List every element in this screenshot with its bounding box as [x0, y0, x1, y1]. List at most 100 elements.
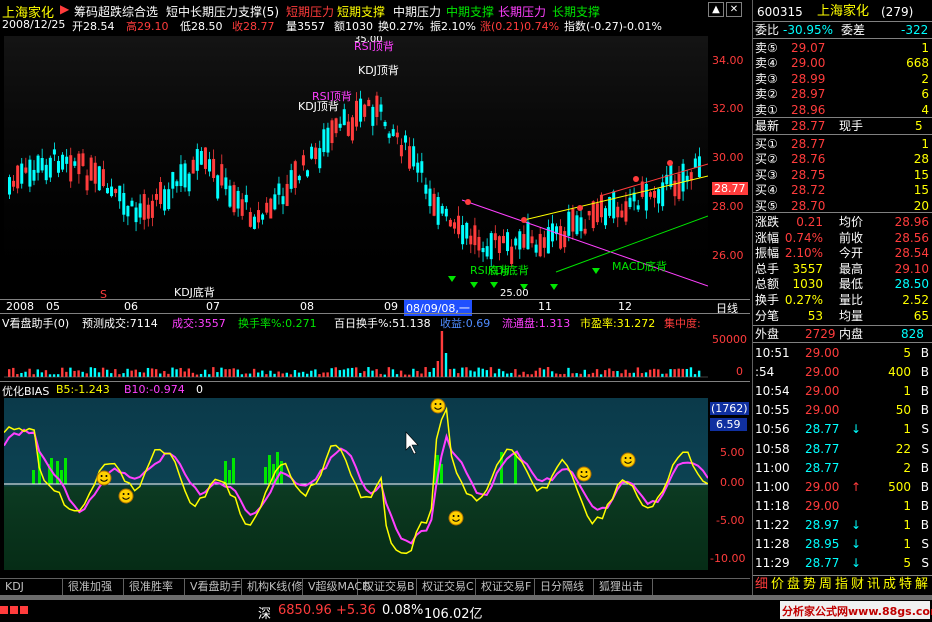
volume-bar: [681, 368, 684, 377]
bid-row[interactable]: 买③ 28.75 15: [753, 167, 932, 183]
tick-row[interactable]: 11:00 28.77 2 B: [753, 459, 932, 478]
ask-row[interactable]: 卖② 28.97 6: [753, 86, 932, 102]
tick-row[interactable]: 11:18 29.00 1 B: [753, 497, 932, 516]
bid-row[interactable]: 买⑤ 28.70 20: [753, 198, 932, 214]
volume-bar: [122, 373, 125, 377]
stat-row[interactable]: 换手 0.27% 量比 2.52: [753, 292, 932, 308]
vol-concentration: 集中度:: [664, 317, 701, 330]
tab-hen-zhun-sheng-lv[interactable]: 很准胜率: [124, 579, 185, 595]
volume-bar: [522, 371, 525, 377]
bias-title[interactable]: 优化BIAS: [2, 383, 49, 398]
stat-row[interactable]: 总手 3557 最高 29.10: [753, 261, 932, 277]
price-tick: 30.00: [712, 151, 744, 164]
stat-row[interactable]: 涨跌 0.21 均价 28.96: [753, 214, 932, 230]
tab-day-separator[interactable]: 日分隔线: [535, 579, 594, 595]
stat-row[interactable]: 振幅 2.10% 今开 28.54: [753, 245, 932, 261]
stat-row[interactable]: 涨幅 0.74% 前收 28.56: [753, 230, 932, 246]
tab-warrant-f[interactable]: 权证交易F: [476, 579, 535, 595]
volume-bar: [269, 370, 272, 377]
tick-row[interactable]: 11:29 28.77 ↓ 5 S: [753, 554, 932, 573]
price-tick: 32.00: [712, 102, 744, 115]
bias-chart[interactable]: [4, 398, 708, 570]
bias-b10: B10:-0.974: [124, 383, 185, 396]
stat-label: 涨跌: [755, 215, 780, 229]
bias-axis: (1762) 6.59 5.00 0.00 -5.00 -10.00: [708, 398, 750, 570]
panel-tab[interactable]: 成: [883, 577, 896, 593]
smiley-icon: [430, 398, 446, 414]
stat-label-2: 最低: [839, 277, 864, 292]
tick-row[interactable]: 10:58 28.77 22 S: [753, 440, 932, 459]
tab-warrant-b[interactable]: 权证交易B: [358, 579, 417, 595]
tab-warrant-c[interactable]: 权证交易C: [417, 579, 476, 595]
ask-row[interactable]: 卖④ 29.00 668: [753, 55, 932, 71]
bid-label: 买②: [755, 152, 778, 167]
vol-title[interactable]: V看盘助手(0): [2, 315, 69, 330]
volume-bar: [697, 370, 701, 377]
indicator-name[interactable]: 筹码超跌综合选: [74, 3, 158, 18]
volume-bar: [612, 371, 615, 377]
tick-volume: 2: [903, 460, 911, 475]
tick-row[interactable]: 10:51 29.00 5 B: [753, 344, 932, 363]
panel-tab[interactable]: 解: [915, 577, 928, 593]
panel-tab[interactable]: 讯: [867, 577, 880, 593]
legend-short-pressure: 短期压力: [286, 5, 335, 18]
stat-row[interactable]: 分笔 53 均量 65: [753, 308, 932, 324]
panel-tab[interactable]: 指: [835, 577, 848, 593]
panel-tab[interactable]: 势: [803, 577, 816, 593]
play-icon[interactable]: ▶: [60, 2, 69, 16]
tick-row[interactable]: :54 29.00 400 B: [753, 363, 932, 382]
panel-tab[interactable]: 盘: [787, 577, 800, 593]
panel-tab[interactable]: 特: [899, 577, 912, 593]
tick-row[interactable]: 11:22 28.97 ↓ 1 B: [753, 516, 932, 535]
bias-tick: -10.00: [710, 552, 746, 565]
bid-row[interactable]: 买① 28.77 1: [753, 136, 932, 152]
tick-row[interactable]: 10:56 28.77 ↓ 1 S: [753, 420, 932, 439]
ask-label: 卖④: [755, 56, 778, 71]
volume-bar: [567, 367, 570, 377]
stat-value-2: 28.96: [894, 215, 929, 229]
volume-bar: [657, 369, 660, 377]
panel-tab[interactable]: 价: [771, 577, 784, 593]
volume-bar: [355, 367, 358, 377]
panel-tab[interactable]: 财: [851, 577, 864, 593]
tick-row[interactable]: 11:00 29.00 ↑ 500 B: [753, 478, 932, 497]
scroll-up-icon[interactable]: ▲: [708, 2, 724, 17]
tab-hen-zhun-jia-qiang[interactable]: 很准加强: [63, 579, 124, 595]
tab-v-super-macd[interactable]: V超级MACD: [303, 579, 371, 595]
tab-fox-attack[interactable]: 狐狸出击: [594, 579, 653, 595]
bias-b5: B5:-1.243: [56, 383, 110, 396]
volume-bar: [685, 368, 689, 377]
last-label: 最新: [755, 119, 780, 133]
ask-row[interactable]: 卖③ 28.99 2: [753, 71, 932, 87]
legend-long-pressure: 长期压力: [498, 5, 547, 18]
tick-volume: 5: [903, 556, 911, 571]
bid-row[interactable]: 买② 28.76 28: [753, 151, 932, 167]
tab-ji-gou-kline[interactable]: 机构K线(修: [242, 579, 303, 595]
panel-tab[interactable]: 细: [755, 577, 768, 593]
info-amplitude: 振2.10%: [430, 20, 476, 33]
stat-row[interactable]: 总额 1030 最低 28.50: [753, 276, 932, 292]
bias-green-bar: [56, 461, 59, 484]
bid-label: 买③: [755, 167, 778, 182]
volume-bar: [648, 369, 652, 377]
stock-header: 600315 上海家化 (279): [753, 4, 932, 20]
rsi-top-label-1: RSI顶背: [354, 39, 394, 53]
close-icon[interactable]: ✕: [726, 2, 742, 17]
tick-row[interactable]: 10:55 29.00 50 B: [753, 401, 932, 420]
ask-row[interactable]: 卖⑤ 29.07 1: [753, 40, 932, 56]
smiley-icon: [96, 470, 112, 486]
volume-chart[interactable]: [4, 329, 708, 379]
ask-row[interactable]: 卖① 28.96 4: [753, 102, 932, 118]
smiley-icon: [620, 452, 636, 468]
panel-tab[interactable]: 周: [819, 577, 832, 593]
volume-bar: [359, 373, 362, 377]
bid-row[interactable]: 买④ 28.72 15: [753, 182, 932, 198]
tab-kdj[interactable]: KDJ: [0, 579, 63, 595]
date-tick: 2008: [6, 300, 34, 313]
candlestick-chart[interactable]: 35.00 RSI顶背 KDJ顶背 RSI顶背 KDJ顶背 KDJ底背 S RS…: [4, 36, 708, 298]
tick-row[interactable]: 10:54 29.00 1 B: [753, 382, 932, 401]
volume-bar: [220, 367, 223, 377]
tab-v-kan-pan[interactable]: V看盘助手: [185, 579, 242, 595]
tick-row[interactable]: 11:28 28.95 ↓ 1 S: [753, 535, 932, 554]
volume-bar: [216, 372, 219, 377]
